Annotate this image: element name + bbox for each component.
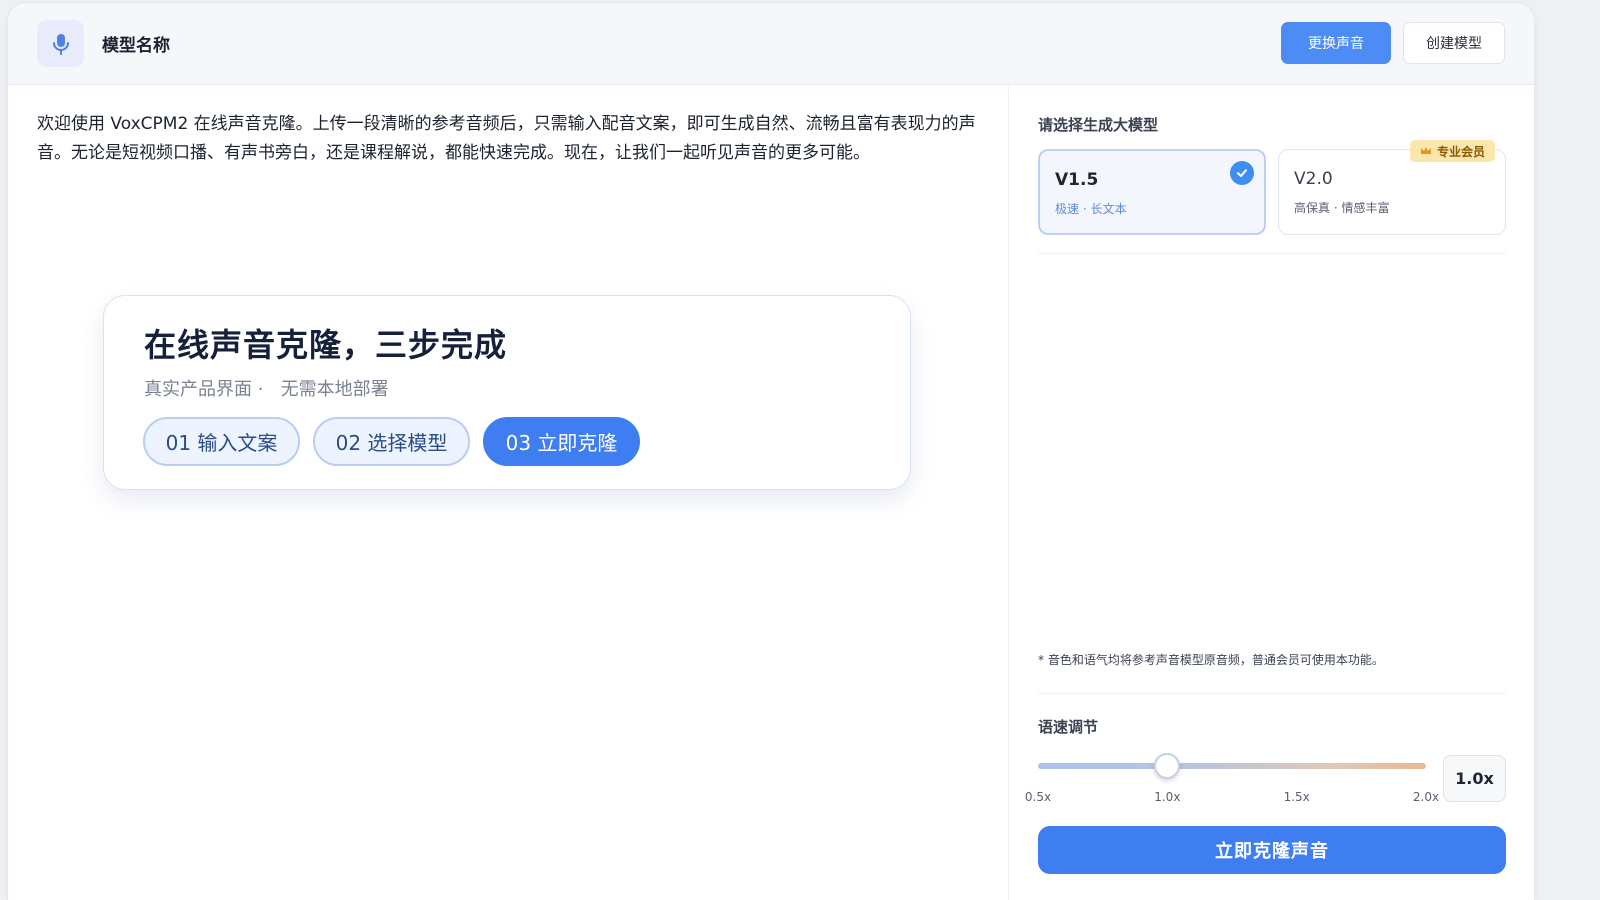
- model-tags: 高保真 · 情感丰富: [1294, 201, 1390, 215]
- model-card-v15[interactable]: V1.5 极速 · 长文本: [1038, 149, 1266, 235]
- speed-tick: 1.0x: [1154, 790, 1181, 804]
- model-name: V2.0: [1294, 169, 1333, 189]
- header-bar: 模型名称 更换声音 创建模型: [8, 3, 1534, 85]
- model-name: V1.5: [1055, 170, 1099, 190]
- crown-icon: [1420, 147, 1431, 154]
- divider: [1038, 253, 1506, 254]
- pro-member-badge: 专业会员: [1409, 140, 1495, 162]
- steps-subtitle: 真实产品界面 · 无需本地部署: [144, 379, 389, 400]
- change-voice-button[interactable]: 更换声音: [1281, 22, 1391, 64]
- clone-voice-button[interactable]: 立即克隆声音: [1038, 826, 1506, 874]
- step-select-model[interactable]: 02 选择模型: [313, 417, 470, 466]
- step-clone-now[interactable]: 03 立即克隆: [483, 417, 640, 466]
- speed-slider-track[interactable]: [1038, 763, 1426, 769]
- speed-slider-thumb[interactable]: [1154, 753, 1181, 779]
- check-icon: [1230, 161, 1254, 185]
- settings-panel: 请选择生成大模型 V1.5 极速 · 长文本 V2.0 高保真 · 情感丰富 专…: [1008, 86, 1534, 900]
- step-input-text[interactable]: 01 输入文案: [143, 417, 300, 466]
- usage-note: * 音色和语气均将参考声音模型原音频，普通会员可使用本功能。: [1038, 653, 1384, 667]
- steps-title: 在线声音克隆，三步完成: [144, 326, 508, 364]
- speed-value-display[interactable]: 1.0x: [1443, 755, 1506, 802]
- divider: [1038, 693, 1506, 694]
- app-window: 模型名称 更换声音 创建模型 欢迎使用 VoxCPM2 在线声音克隆。上传一段清…: [8, 3, 1534, 900]
- steps-card: 在线声音克隆，三步完成 真实产品界面 · 无需本地部署 01 输入文案 02 选…: [103, 295, 911, 490]
- speed-tick: 1.5x: [1283, 790, 1310, 804]
- speed-tick: 2.0x: [1412, 790, 1440, 804]
- microphone-icon: [37, 20, 84, 67]
- create-model-button[interactable]: 创建模型: [1403, 22, 1505, 64]
- speed-tick: 0.5x: [1024, 790, 1052, 804]
- model-select-label: 请选择生成大模型: [1038, 116, 1159, 134]
- model-title: 模型名称: [102, 36, 170, 56]
- model-card-v20[interactable]: V2.0 高保真 · 情感丰富 专业会员: [1278, 140, 1506, 235]
- intro-text: 欢迎使用 VoxCPM2 在线声音克隆。上传一段清晰的参考音频后，只需输入配音文…: [37, 114, 976, 163]
- model-tags: 极速 · 长文本: [1055, 202, 1127, 216]
- speed-label: 语速调节: [1038, 718, 1099, 736]
- badge-label: 专业会员: [1436, 144, 1485, 159]
